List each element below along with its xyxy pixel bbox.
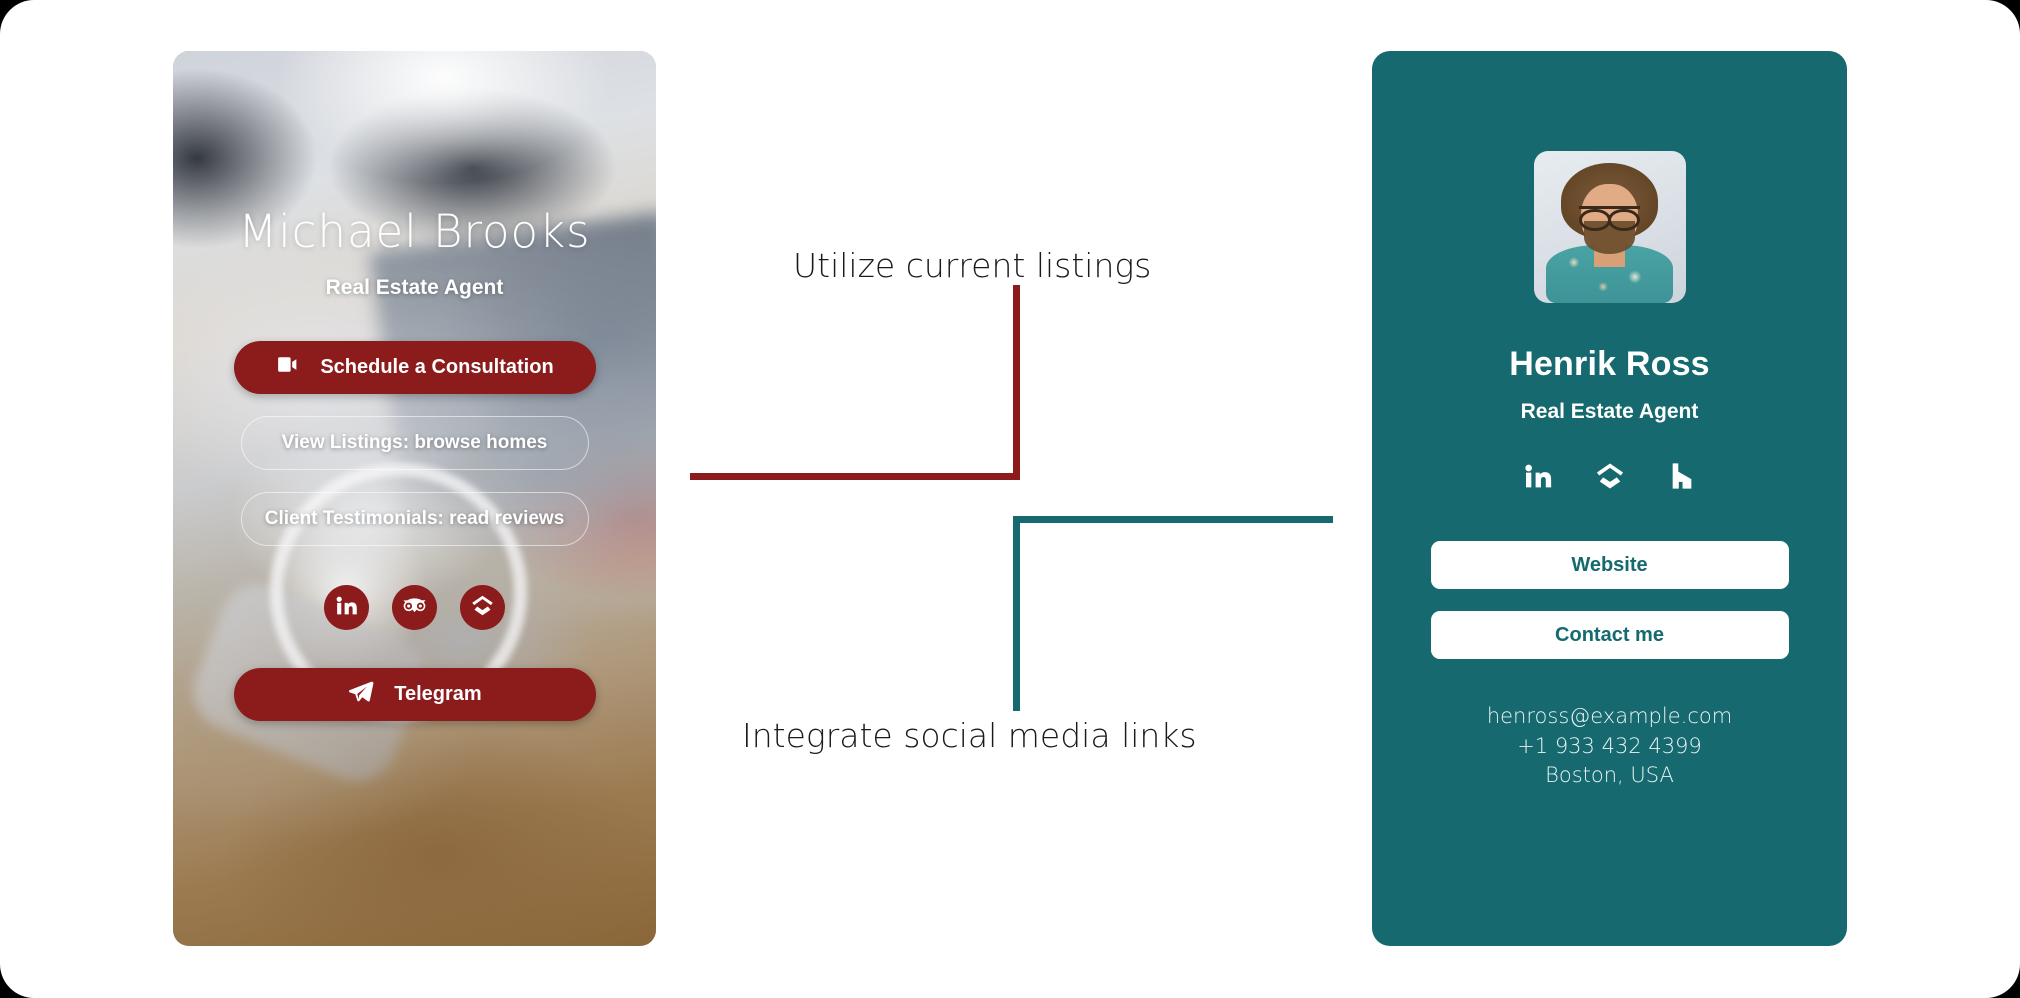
annotation-bottom-label: Integrate social media links [742, 716, 1197, 755]
left-card-social-row [324, 585, 505, 630]
canvas: Michael Brooks Real Estate Agent Schedul… [0, 0, 2020, 998]
tripadvisor-icon [402, 593, 427, 623]
right-card-name: Henrik Ross [1509, 345, 1710, 383]
telegram-button[interactable]: Telegram [233, 668, 596, 721]
zillow-social-button[interactable] [460, 585, 505, 630]
telegram-paper-plane-icon [347, 678, 374, 711]
tripadvisor-social-button[interactable] [392, 585, 437, 630]
right-business-card: Henrik Ross Real Estate Agent Website Co… [1372, 51, 1847, 946]
website-button[interactable]: Website [1430, 541, 1789, 589]
client-testimonials-button[interactable]: Client Testimonials: read reviews [240, 492, 589, 546]
left-business-card: Michael Brooks Real Estate Agent Schedul… [173, 51, 656, 946]
annotation-top-label: Utilize current listings [793, 246, 1152, 285]
right-card-social-row [1522, 460, 1698, 497]
telegram-label: Telegram [394, 683, 482, 705]
right-card-role: Real Estate Agent [1520, 400, 1699, 423]
schedule-consultation-button[interactable]: Schedule a Consultation [233, 341, 596, 394]
view-listings-button[interactable]: View Listings: browse homes [240, 416, 589, 470]
phone-text: +1 933 432 4399 [1517, 733, 1702, 758]
left-card-name: Michael Brooks [238, 205, 591, 258]
left-card-role: Real Estate Agent [325, 276, 504, 299]
location-text: Boston, USA [1545, 763, 1674, 787]
zillow-icon [470, 593, 495, 623]
annotation-top-connector-line [690, 285, 1020, 480]
linkedin-icon[interactable] [1522, 460, 1554, 497]
annotation-bottom-connector-line [1013, 516, 1333, 711]
email-text: henross@example.com [1486, 704, 1733, 728]
right-card-contact-info: henross@example.com +1 933 432 4399 Bost… [1487, 701, 1732, 792]
contact-me-button[interactable]: Contact me [1430, 611, 1789, 659]
linkedin-icon [334, 593, 359, 623]
video-camera-icon [275, 352, 300, 383]
houzz-icon[interactable] [1666, 460, 1698, 497]
zillow-icon[interactable] [1594, 460, 1626, 497]
avatar [1533, 151, 1686, 303]
linkedin-social-button[interactable] [324, 585, 369, 630]
avatar-glasses [1579, 205, 1640, 232]
schedule-consultation-label: Schedule a Consultation [320, 356, 554, 378]
